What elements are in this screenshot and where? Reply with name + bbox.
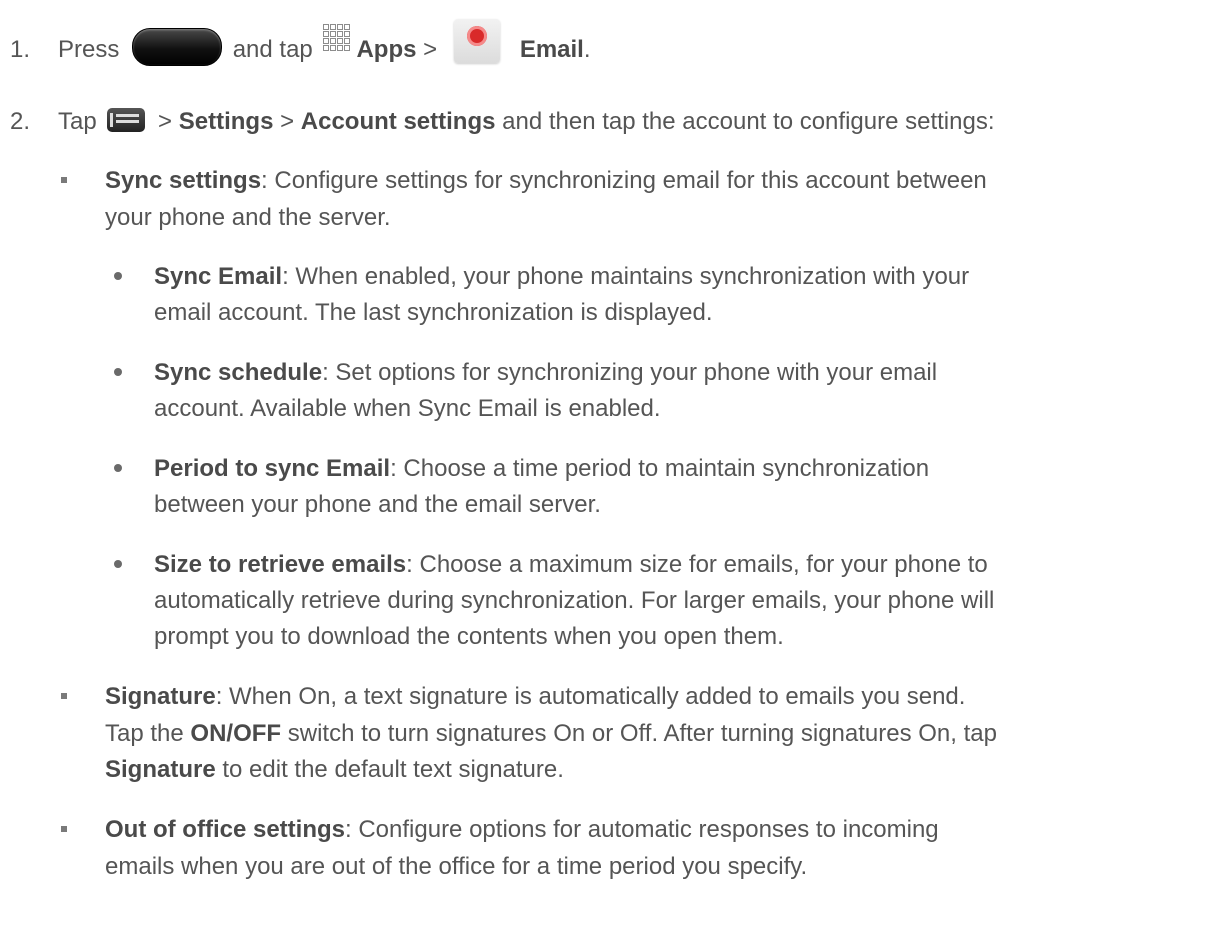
square-bullet	[61, 177, 67, 183]
round-bullet	[114, 560, 122, 568]
list-item-signature: Signature: When On, a text signature is …	[105, 683, 966, 710]
apps-grid-icon	[323, 24, 351, 52]
sub-item-sync-schedule: Sync schedule: Set options for synchroni…	[154, 359, 938, 386]
account-settings-label: Account settings	[300, 108, 496, 135]
email-app-icon	[453, 18, 500, 63]
sub-item-period-to-sync: Period to sync Email: Choose a time peri…	[154, 455, 930, 482]
sub-item-size-to-retrieve: Size to retrieve emails: Choose a maximu…	[154, 551, 988, 578]
step-1-number: 1.	[10, 36, 31, 63]
onoff-label: ON/OFF	[190, 720, 282, 747]
step-1-text: Press and tap Apps > Email.	[58, 18, 591, 66]
square-bullet	[61, 693, 67, 699]
press-label: Press	[58, 36, 120, 63]
list-item-out-of-office: Out of office settings: Configure option…	[105, 816, 939, 843]
list-item-sync-settings: Sync settings: Configure settings for sy…	[105, 167, 987, 194]
home-key-icon	[132, 27, 223, 66]
square-bullet	[61, 826, 67, 832]
round-bullet	[114, 464, 122, 472]
signature-label: Signature	[105, 756, 216, 783]
sub-item-sync-email: Sync Email: When enabled, your phone mai…	[154, 263, 970, 290]
step-2-text: Tap > Settings > Account settings and th…	[58, 107, 995, 135]
menu-icon	[107, 107, 146, 132]
round-bullet	[114, 272, 122, 280]
apps-label: Apps	[356, 36, 417, 63]
step-2-number: 2.	[10, 108, 31, 135]
and-tap-label: and tap	[232, 36, 313, 63]
email-label: Email	[519, 36, 584, 63]
separator: >	[423, 36, 438, 63]
settings-label: Settings	[178, 108, 274, 135]
round-bullet	[114, 368, 122, 376]
